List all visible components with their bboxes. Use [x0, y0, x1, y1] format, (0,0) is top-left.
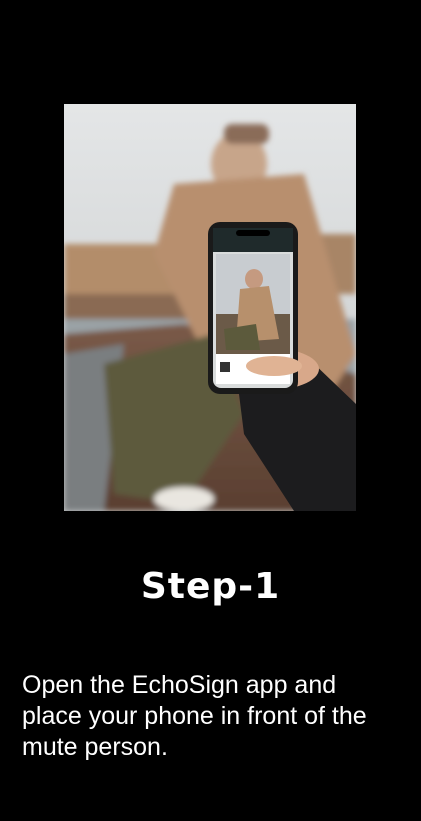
step-illustration-photo: [64, 104, 356, 511]
step-description: Open the EchoSign app and place your pho…: [22, 671, 367, 761]
step-title: Step-1: [140, 566, 281, 607]
onboarding-screen: Step-1 Open the EchoSign app and place y…: [0, 0, 421, 821]
